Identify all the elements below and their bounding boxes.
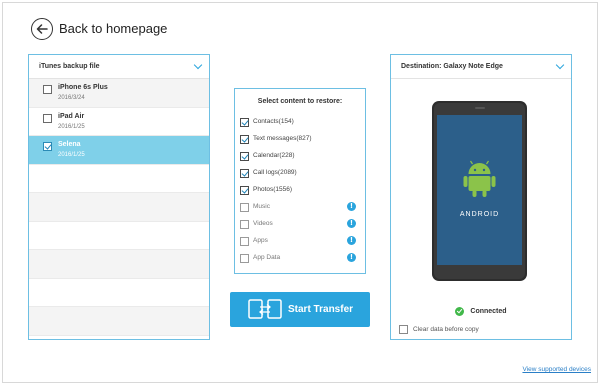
content-type-label: Photos(1556) [253, 186, 293, 193]
content-type-row[interactable]: Calendar(228) [235, 148, 365, 165]
backup-checkbox[interactable] [43, 142, 52, 151]
empty-backup-row [29, 193, 209, 222]
empty-backup-row [29, 222, 209, 250]
content-type-checkbox[interactable] [240, 169, 249, 178]
backup-name: Selena [58, 141, 81, 148]
backup-row[interactable]: Selena 2016/1/25 [29, 136, 209, 165]
backup-date: 2016/1/25 [58, 152, 85, 158]
connection-status: Connected [391, 307, 571, 316]
destination-panel: Destination: Galaxy Note Edge ANDROID Co… [390, 54, 572, 340]
backup-panel-title: iTunes backup file [39, 63, 100, 70]
transfer-devices-icon [248, 298, 282, 319]
backup-row[interactable]: iPad Air 2016/1/25 [29, 108, 209, 136]
chevron-down-icon[interactable] [555, 60, 565, 70]
backup-checkbox[interactable] [43, 113, 52, 123]
content-type-row[interactable]: Apps! [235, 233, 365, 250]
android-wordmark: ANDROID [460, 211, 499, 218]
connection-status-label: Connected [470, 308, 507, 315]
content-type-row[interactable]: Text messages(827) [235, 131, 365, 148]
backup-date: 2016/3/24 [58, 95, 85, 101]
backup-name: iPhone 6s Plus [58, 84, 108, 91]
content-type-label: Text messages(827) [253, 135, 312, 142]
info-icon[interactable]: ! [347, 253, 356, 262]
content-type-label: Call logs(2089) [253, 169, 297, 176]
chevron-down-icon[interactable] [193, 60, 203, 70]
backup-name: iPad Air [58, 112, 85, 120]
clear-data-checkbox[interactable] [399, 325, 408, 334]
content-type-row[interactable]: App Data! [235, 250, 365, 267]
content-type-checkbox[interactable] [240, 118, 249, 127]
backup-row[interactable]: iPhone 6s Plus 2016/3/24 [29, 79, 209, 108]
content-type-label: Videos [253, 220, 273, 227]
content-type-row[interactable]: Music! [235, 199, 365, 216]
content-type-label: Calendar(228) [253, 152, 295, 159]
content-type-checkbox[interactable] [240, 220, 249, 229]
empty-backup-row [29, 165, 209, 193]
content-type-row[interactable]: Contacts(154) [235, 114, 365, 131]
backup-list: iPhone 6s Plus 2016/3/24 iPad Air 2016/1/25… [29, 79, 209, 340]
content-type-label: App Data [253, 254, 281, 261]
arrow-left-icon [36, 24, 48, 34]
content-type-list: Contacts(154) Text messages(827) Calendar(… [235, 114, 365, 267]
content-type-checkbox[interactable] [240, 254, 249, 263]
backup-file-dropdown[interactable]: iTunes backup file [29, 55, 209, 79]
content-type-row[interactable]: Call logs(2089) [235, 165, 365, 182]
android-phone-illustration: ANDROID [432, 101, 527, 281]
destination-title: Destination: Galaxy Note Edge [401, 63, 503, 70]
content-type-checkbox[interactable] [240, 237, 249, 246]
info-icon[interactable]: ! [347, 236, 356, 245]
destination-device-dropdown[interactable]: Destination: Galaxy Note Edge [391, 55, 571, 79]
info-icon[interactable]: ! [347, 219, 356, 228]
check-circle-icon [455, 307, 465, 316]
restore-content-title: Select content to restore: [257, 98, 343, 105]
content-type-checkbox[interactable] [240, 203, 249, 212]
info-icon[interactable]: ! [347, 202, 356, 211]
clear-data-label: Clear data before copy [413, 326, 479, 333]
start-transfer-button[interactable]: Start Transfer [230, 292, 370, 327]
restore-content-panel: Select content to restore: Contacts(154)… [234, 88, 366, 274]
backup-checkbox[interactable] [43, 85, 52, 94]
itunes-backup-panel: iTunes backup file iPhone 6s Plus 2016/3/… [28, 54, 210, 340]
content-type-checkbox[interactable] [240, 152, 249, 161]
start-transfer-label: Start Transfer [288, 304, 354, 315]
content-type-label: Music [253, 203, 270, 210]
content-type-label: Contacts(154) [253, 118, 294, 125]
content-type-checkbox[interactable] [240, 135, 249, 144]
empty-backup-row [29, 250, 209, 279]
empty-backup-row [29, 307, 209, 336]
content-type-row[interactable]: Photos(1556) [235, 182, 365, 199]
back-to-homepage-link[interactable]: Back to homepage [59, 21, 167, 36]
empty-backup-row [29, 279, 209, 307]
content-type-label: Apps [253, 237, 268, 244]
back-button[interactable] [31, 18, 53, 40]
phone-image: ANDROID [431, 101, 528, 281]
view-supported-devices-link[interactable]: View supported devices [522, 366, 591, 373]
empty-backup-row [29, 336, 209, 340]
content-type-checkbox[interactable] [240, 186, 249, 195]
content-type-row[interactable]: Videos! [235, 216, 365, 233]
backup-date: 2016/1/25 [58, 123, 85, 130]
